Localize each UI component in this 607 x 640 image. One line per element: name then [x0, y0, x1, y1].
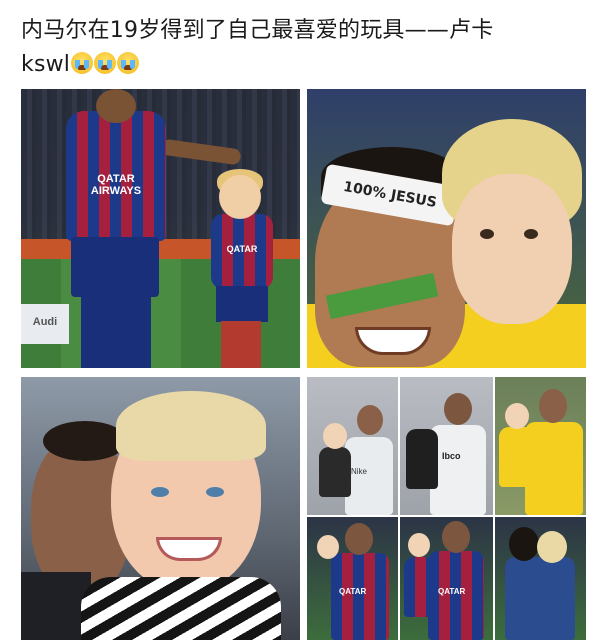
collage-cell-4: QATAR — [307, 517, 398, 640]
striped-shirt — [81, 577, 281, 640]
crying-face-icon — [117, 52, 140, 74]
player-shorts — [71, 237, 159, 297]
headband-photo[interactable]: 100% JESUS — [307, 89, 586, 368]
ad-text: Audi — [32, 316, 58, 328]
post-text-line-2: kswl — [21, 48, 591, 82]
collage-cell-2: Ibco — [400, 377, 493, 515]
selfie-photo[interactable] — [21, 377, 300, 640]
headband-text: 100% JESUS — [342, 178, 438, 212]
child-hair — [116, 391, 266, 461]
collage-jersey-text-3: QATAR — [339, 587, 367, 596]
child-jersey: QATAR — [211, 214, 273, 289]
collage-cell-3 — [495, 377, 586, 515]
player-hair — [43, 421, 127, 461]
post-text: 内马尔在19岁得到了自己最喜爱的玩具——卢卡 kswl — [21, 14, 591, 82]
collage-jersey-text-4: QATAR — [438, 587, 466, 596]
collage-jersey-text-2: Ibco — [442, 451, 461, 461]
collage-jersey-text-1: Nike — [351, 467, 368, 476]
child-socks — [221, 321, 261, 368]
collage-cell-1: Nike — [307, 377, 398, 515]
player-legs — [81, 294, 151, 368]
player-head — [96, 89, 136, 123]
audi-ad-board: Audi — [21, 304, 69, 344]
match-photo[interactable]: Audi QATAR AIRWAYS QATAR — [21, 89, 300, 368]
child-jersey-text: QATAR — [226, 244, 258, 254]
child-face — [452, 174, 572, 324]
crying-face-icon — [71, 52, 94, 74]
child-shorts — [216, 286, 268, 322]
jersey-sponsor-text: QATAR AIRWAYS — [90, 173, 142, 197]
child-head — [219, 175, 261, 219]
collage-photo[interactable]: Nike Ibco QATAR QATAR — [307, 377, 586, 640]
post-text-line-1: 内马尔在19岁得到了自己最喜爱的玩具——卢卡 — [21, 18, 494, 43]
player-jersey: QATAR AIRWAYS — [66, 111, 166, 241]
post-text-kswl: kswl — [21, 52, 71, 77]
collage-cell-6 — [495, 517, 586, 640]
collage-cell-5: QATAR — [400, 517, 493, 640]
crying-face-icon — [94, 52, 117, 74]
